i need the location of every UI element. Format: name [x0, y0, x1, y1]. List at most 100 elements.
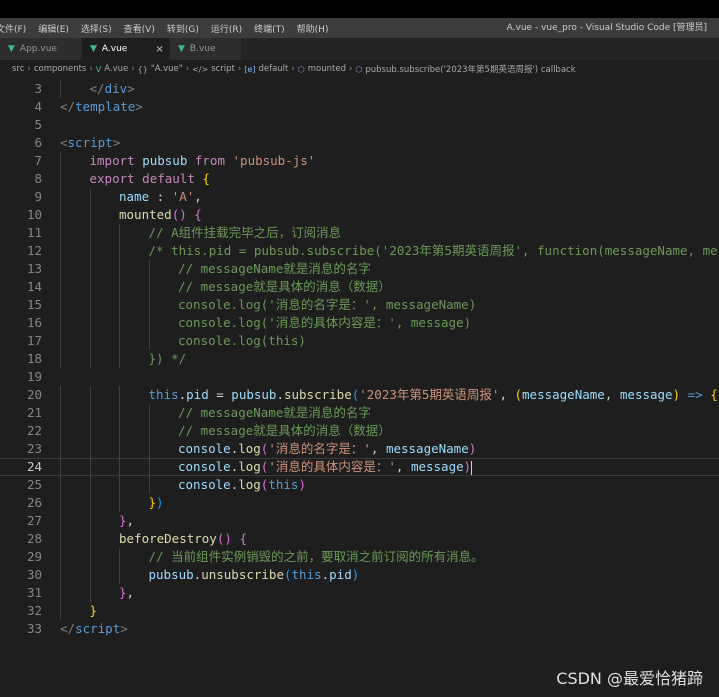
breadcrumb-mounted[interactable]: ⬡ mounted: [298, 64, 346, 74]
tag-icon: </>: [192, 64, 209, 74]
breadcrumb-module[interactable]: {} "A.vue": [138, 64, 183, 74]
breadcrumb-callback[interactable]: ⬡ pubsub.subscribe('2023年第5期英语周报') callba…: [355, 63, 575, 76]
line-number: 17: [26, 333, 42, 348]
code-token: // message就是具体的消息（数据）: [178, 279, 391, 294]
code-token: /* this.pid = pubsub.subscribe('2023年第5期…: [148, 243, 719, 258]
indent-guide: [119, 296, 120, 314]
menu-file[interactable]: 文件(F): [0, 22, 26, 35]
indent-guide: [148, 260, 150, 278]
code-token: ): [672, 387, 681, 402]
code-line[interactable]: 30 pubsub.unsubscribe(this.pid): [0, 566, 719, 584]
indent-guide: [148, 440, 150, 458]
menu-go[interactable]: 转到(G): [167, 22, 199, 35]
close-icon[interactable]: ×: [155, 44, 163, 55]
watermark: CSDN @最爱恰猪蹄: [556, 669, 703, 688]
code-line[interactable]: 8 export default {: [0, 170, 719, 188]
line-number: 30: [26, 567, 42, 582]
code-line[interactable]: 6 <script>: [0, 134, 719, 152]
title-bar: 文件(F) 编辑(E) 选择(S) 查看(V) 转到(G) 运行(R) 终端(T…: [0, 18, 719, 38]
code-line[interactable]: 24 console.log('消息的具体内容是：', message): [0, 458, 719, 476]
breadcrumb-file[interactable]: V A.vue: [96, 64, 129, 74]
menu-view[interactable]: 查看(V): [124, 22, 155, 35]
chevron-right-icon: ›: [131, 64, 135, 74]
tab-a-vue[interactable]: ▼ A.vue ×: [82, 38, 170, 60]
breadcrumb-default[interactable]: [e] default: [244, 64, 288, 74]
indent-guide: [89, 332, 91, 350]
code-token: this: [268, 477, 299, 492]
indent-guide: [60, 278, 61, 296]
code-token: pid: [329, 567, 352, 582]
indent-guide: [119, 278, 120, 296]
code-line[interactable]: 4 </template>: [0, 98, 719, 116]
indent-guide: [60, 224, 61, 242]
code-line[interactable]: 14 // message就是具体的消息（数据）: [0, 278, 719, 296]
code-token: '消息的名字是：': [268, 441, 371, 456]
code-line[interactable]: 13 // messageName就是消息的名字: [0, 260, 719, 278]
code-line[interactable]: 31},: [0, 584, 719, 602]
line-number: 22: [26, 423, 42, 438]
code-line[interactable]: 3 </div>: [0, 80, 719, 98]
code-line[interactable]: 16 console.log('消息的具体内容是：', message): [0, 314, 719, 332]
code-token: }: [119, 513, 127, 528]
code-line[interactable]: 27},: [0, 512, 719, 530]
menu-run[interactable]: 运行(R): [211, 22, 242, 35]
code-line[interactable]: 32}: [0, 602, 719, 620]
line-number: 5: [34, 117, 42, 132]
code-text: console.log(this): [178, 332, 306, 350]
code-token: name: [119, 189, 157, 204]
code-line[interactable]: 11 // A组件挂载完毕之后，订阅消息: [0, 224, 719, 242]
indent-guide: [60, 80, 61, 98]
method-icon: ⬡: [297, 64, 305, 74]
code-line[interactable]: 7 import pubsub from 'pubsub-js': [0, 152, 719, 170]
breadcrumb-src[interactable]: src: [12, 64, 24, 74]
code-line[interactable]: 5: [0, 116, 719, 134]
tab-b-vue[interactable]: ▼ B.vue: [170, 38, 242, 60]
code-line[interactable]: 18}) */: [0, 350, 719, 368]
code-line[interactable]: 28 beforeDestroy() {: [0, 530, 719, 548]
code-line[interactable]: 9 name : 'A',: [0, 188, 719, 206]
code-line[interactable]: 33 </script>: [0, 620, 719, 638]
code-line[interactable]: 17 console.log(this): [0, 332, 719, 350]
menu-edit[interactable]: 编辑(E): [38, 22, 69, 35]
code-line[interactable]: 26}): [0, 494, 719, 512]
indent-guide: [60, 459, 61, 475]
code-line[interactable]: 23 console.log('消息的名字是：', messageName): [0, 440, 719, 458]
code-editor[interactable]: 3 </div> 4 </template> 5 6 <script> 7 import pub…: [0, 80, 719, 650]
code-token: }: [148, 495, 157, 510]
indent-guide: [119, 459, 120, 475]
indent-guide: [89, 278, 91, 296]
chevron-right-icon: ›: [185, 64, 190, 74]
code-line[interactable]: 22 // message就是具体的消息（数据）: [0, 422, 719, 440]
editor-tab-bar: ▼ App.vue ▼ A.vue × ▼ B.vue: [0, 38, 719, 60]
vue-file-icon: ▼: [178, 44, 185, 54]
chevron-right-icon: ›: [89, 64, 93, 74]
breadcrumb-script[interactable]: </> script: [192, 64, 235, 74]
code-line[interactable]: 19: [0, 368, 719, 386]
code-line[interactable]: 25 console.log(this): [0, 476, 719, 494]
code-token: pubsub: [231, 387, 277, 402]
code-line[interactable]: 15 console.log('消息的名字是：', messageName): [0, 296, 719, 314]
code-line[interactable]: 12 /* this.pid = pubsub.subscribe('2023年第…: [0, 242, 719, 260]
indent-guide: [89, 314, 91, 332]
indent-guide: [89, 350, 91, 368]
tab-app-vue[interactable]: ▼ App.vue: [0, 38, 82, 60]
menu-terminal[interactable]: 终端(T): [254, 22, 285, 35]
code-text: }) */: [149, 350, 187, 368]
breadcrumb-components[interactable]: components: [34, 64, 87, 74]
code-token: console.log('消息的名字是：', messageName): [178, 297, 477, 312]
code-token: >: [127, 81, 135, 96]
code-token: }: [119, 585, 127, 600]
top-black-bar: [0, 0, 719, 18]
code-token: 'A': [171, 189, 195, 204]
code-line[interactable]: 29 // 当前组件实例销毁的之前，要取消之前订阅的所有消息。: [0, 548, 719, 566]
indent-guide: [89, 422, 91, 440]
indent-guide: [119, 386, 120, 404]
menu-help[interactable]: 帮助(H): [297, 22, 329, 35]
code-line[interactable]: 10 mounted() {: [0, 206, 719, 224]
code-token: .: [276, 387, 284, 402]
menu-selection[interactable]: 选择(S): [81, 22, 112, 35]
code-line[interactable]: 20 this.pid = pubsub.subscribe('2023年第5期英…: [0, 386, 719, 404]
code-line[interactable]: 21 // messageName就是消息的名字: [0, 404, 719, 422]
code-text: // messageName就是消息的名字: [178, 260, 371, 278]
line-number: 10: [26, 207, 42, 222]
